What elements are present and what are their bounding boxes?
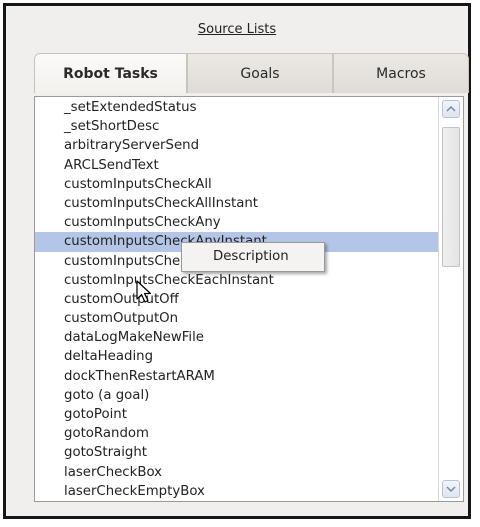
list-item[interactable]: gotoPoint: [35, 405, 453, 424]
vertical-scrollbar[interactable]: [438, 97, 463, 501]
list-item[interactable]: arbitraryServerSend: [35, 136, 453, 155]
list-item[interactable]: ARCLSendText: [35, 156, 453, 175]
tab-robot-tasks[interactable]: Robot Tasks: [34, 53, 187, 93]
list-item[interactable]: customOutputOff: [35, 290, 453, 309]
scrollbar-thumb[interactable]: [442, 127, 460, 267]
tab-bar: Robot Tasks Goals Macros: [34, 53, 469, 93]
list-item[interactable]: customInputsCheckEachInstant: [35, 271, 453, 290]
list-item[interactable]: gotoRandom: [35, 424, 453, 443]
list-item[interactable]: customInputsCheckAny: [35, 213, 453, 232]
list-item[interactable]: dataLogMakeNewFile: [35, 328, 453, 347]
scroll-down-button[interactable]: [442, 480, 460, 498]
list-item[interactable]: laserCheckEmptyBox: [35, 482, 453, 501]
chevron-up-icon: [446, 106, 456, 112]
list-item[interactable]: laserCheckPolar: [35, 501, 453, 502]
source-lists-panel: Source Lists Robot Tasks Goals Macros _s…: [3, 3, 471, 519]
list-item[interactable]: dockThenRestartARAM: [35, 367, 453, 386]
list-item[interactable]: gotoStraight: [35, 443, 453, 462]
chevron-down-icon: [446, 486, 456, 492]
mouse-cursor-icon: [136, 280, 152, 303]
panel-header: Source Lists: [6, 6, 468, 52]
scroll-up-button[interactable]: [442, 100, 460, 118]
panel-title: Source Lists: [197, 22, 277, 37]
list-item[interactable]: laserCheckBox: [35, 463, 453, 482]
list-items: _setExtendedStatus _setShortDesc arbitra…: [35, 98, 453, 502]
list-item[interactable]: deltaHeading: [35, 347, 453, 366]
list-item[interactable]: goto (a goal): [35, 386, 453, 405]
tab-macros[interactable]: Macros: [333, 53, 469, 93]
list-item[interactable]: customOutputOn: [35, 309, 453, 328]
tab-goals[interactable]: Goals: [187, 53, 333, 93]
robot-tasks-list[interactable]: _setExtendedStatus _setShortDesc arbitra…: [34, 96, 464, 502]
list-item[interactable]: customInputsCheckAll: [35, 175, 453, 194]
list-item[interactable]: _setExtendedStatus: [35, 98, 453, 117]
context-menu-description[interactable]: Description: [182, 243, 324, 271]
list-item[interactable]: customInputsCheckAllInstant: [35, 194, 453, 213]
list-item[interactable]: _setShortDesc: [35, 117, 453, 136]
context-menu: Description: [181, 242, 325, 272]
